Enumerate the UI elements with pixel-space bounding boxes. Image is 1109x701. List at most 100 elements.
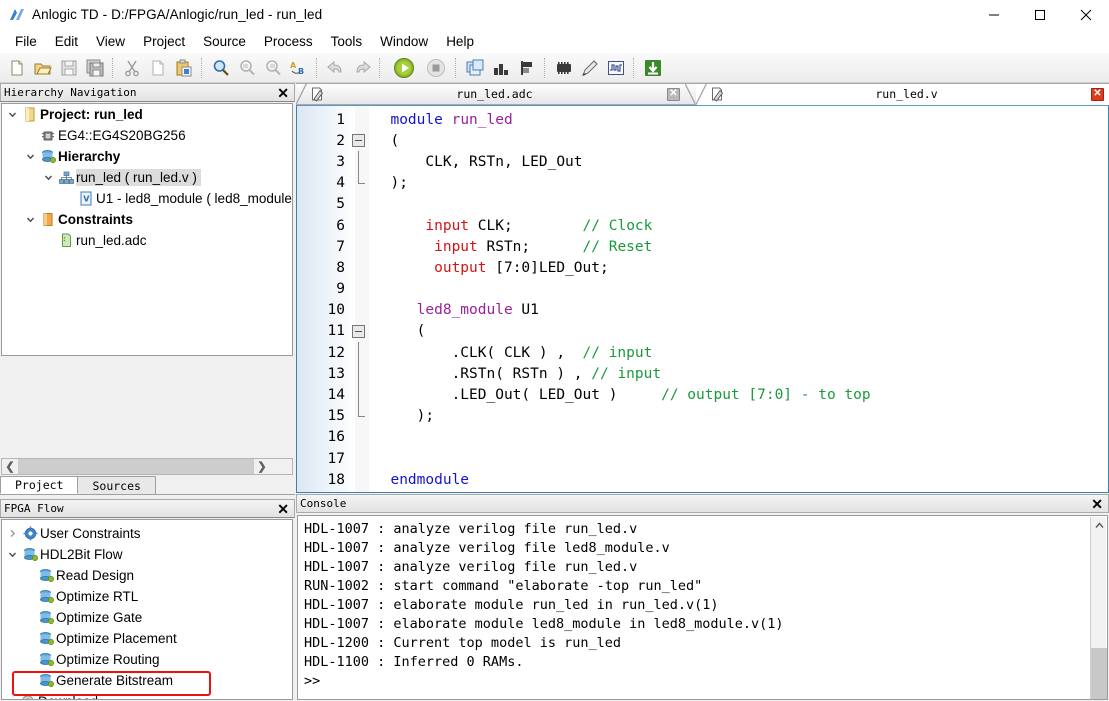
menu-tools[interactable]: Tools xyxy=(322,32,372,51)
flow-item-hdl2bit-flow[interactable]: HDL2Bit Flow xyxy=(2,544,292,565)
tree-item-project[interactable]: Project: run_led xyxy=(2,104,292,125)
download-icon[interactable] xyxy=(640,55,666,81)
code-content[interactable]: 1 module run_led 2 (3 CLK, RSTn, LED_Out 4… xyxy=(297,109,1108,490)
tree-item-label: EG4::EG4S20BG256 xyxy=(58,128,186,143)
open-folder-button[interactable] xyxy=(30,55,56,81)
fold-collapse-icon[interactable] xyxy=(349,130,369,151)
flow-item-user-constraints[interactable]: User Constraints xyxy=(2,523,292,544)
flow-item-optimize-routing[interactable]: Optimize Routing xyxy=(2,649,292,670)
fold-end-marker xyxy=(349,405,369,427)
bar-chart-icon[interactable] xyxy=(488,55,514,81)
menu-view[interactable]: View xyxy=(87,32,134,51)
chevron-down-icon[interactable] xyxy=(22,152,38,161)
scrollbar-thumb[interactable] xyxy=(18,459,254,474)
console-line: HDL-1100 : Inferred 0 RAMs. xyxy=(304,654,524,670)
chip-device-icon xyxy=(38,129,58,143)
flow-item-label: Optimize Gate xyxy=(56,610,143,625)
window-controls xyxy=(971,0,1109,29)
undo-icon[interactable] xyxy=(323,55,349,81)
flow-item-optimize-gate[interactable]: Optimize Gate xyxy=(2,607,292,628)
scroll-left-arrow-icon[interactable]: ❮ xyxy=(2,459,18,474)
menu-source[interactable]: Source xyxy=(194,32,255,51)
code-editor[interactable]: 1 module run_led 2 (3 CLK, RSTn, LED_Out 4… xyxy=(296,105,1109,493)
search-icon[interactable] xyxy=(208,55,234,81)
waveform-icon[interactable] xyxy=(603,55,629,81)
tree-item-hierarchy[interactable]: Hierarchy xyxy=(2,146,292,167)
line-number: 1 xyxy=(336,111,345,128)
tab-project[interactable]: Project xyxy=(0,476,79,494)
chevron-down-icon[interactable] xyxy=(22,215,38,224)
windows-cascade-icon[interactable] xyxy=(462,55,488,81)
redo-icon[interactable] xyxy=(349,55,375,81)
editor-tab-close-icon[interactable]: ✕ xyxy=(1091,87,1104,101)
hierarchy-horizontal-scrollbar[interactable]: ❮ ❯ xyxy=(1,458,293,475)
flag-icon[interactable] xyxy=(514,55,540,81)
toolbar-separator xyxy=(633,57,636,78)
replace-icon[interactable]: A B xyxy=(286,55,312,81)
tab-sources[interactable]: Sources xyxy=(77,476,156,494)
fpga-flow-panel-close-icon[interactable]: ✕ xyxy=(277,501,289,517)
chevron-down-icon[interactable] xyxy=(40,173,56,182)
save-button[interactable] xyxy=(56,55,82,81)
find-previous-icon[interactable] xyxy=(234,55,260,81)
chevron-down-icon[interactable] xyxy=(4,110,20,119)
menu-edit[interactable]: Edit xyxy=(46,32,87,51)
save-all-button[interactable] xyxy=(82,55,108,81)
fold-collapse-icon[interactable] xyxy=(349,321,369,342)
maximize-button[interactable] xyxy=(1017,0,1063,29)
run-button[interactable] xyxy=(391,55,417,81)
flow-item-read-design[interactable]: Read Design xyxy=(2,565,292,586)
line-number: 6 xyxy=(336,217,345,234)
copy-icon[interactable] xyxy=(145,55,171,81)
code-line: 18 endmodule xyxy=(297,469,1108,490)
paste-icon[interactable] xyxy=(171,55,197,81)
chevron-down-icon[interactable] xyxy=(4,550,20,559)
close-button[interactable] xyxy=(1063,0,1109,29)
console-close-icon[interactable]: ✕ xyxy=(1091,496,1103,512)
tree-item-constraints[interactable]: Constraints xyxy=(2,209,292,230)
anlogic-logo-icon xyxy=(8,7,26,23)
flow-item-optimize-placement[interactable]: Optimize Placement xyxy=(2,628,292,649)
pencil-icon[interactable] xyxy=(577,55,603,81)
editor-tab-run-led-adc[interactable]: run_led.adc ✕ xyxy=(296,83,696,105)
minimize-button[interactable] xyxy=(971,0,1017,29)
cut-icon[interactable] xyxy=(119,55,145,81)
flow-item-download[interactable]: Download xyxy=(2,691,292,699)
tree-item-device[interactable]: EG4::EG4S20BG256 xyxy=(2,125,292,146)
tree-item-run-led-adc[interactable]: run_led.adc xyxy=(2,230,292,251)
code-text: ( xyxy=(373,323,426,340)
flow-item-optimize-rtl[interactable]: Optimize RTL xyxy=(2,586,292,607)
menu-project[interactable]: Project xyxy=(134,32,194,51)
menu-process[interactable]: Process xyxy=(255,32,322,51)
chevron-right-icon[interactable] xyxy=(4,529,20,538)
hierarchy-tree[interactable]: Project: run_led EG4::EG4S20BG256 Hierar… xyxy=(1,103,293,356)
project-sources-tabs: Project Sources xyxy=(0,476,295,495)
hierarchy-panel-close-icon[interactable]: ✕ xyxy=(277,85,289,101)
menu-help[interactable]: Help xyxy=(437,32,483,51)
menu-window[interactable]: Window xyxy=(371,32,437,51)
editor-tab-strip: run_led.adc ✕ run_led.v ✕ xyxy=(296,83,1109,105)
editor-tab-close-icon[interactable]: ✕ xyxy=(667,87,680,101)
new-file-button[interactable] xyxy=(4,55,30,81)
editor-tab-run-led-v[interactable]: run_led.v ✕ xyxy=(696,83,1109,105)
flow-item-generate-bitstream[interactable]: Generate Bitstream xyxy=(2,670,292,691)
stop-button[interactable] xyxy=(423,55,449,81)
console-scrollbar[interactable] xyxy=(1090,517,1107,699)
code-line: 5 xyxy=(297,194,1108,215)
code-line: 15 ); xyxy=(297,405,1108,427)
console-line: RUN-1002 : start command "elaborate -top… xyxy=(304,578,703,594)
tree-item-u1-led8-module[interactable]: V U1 - led8_module ( led8_module xyxy=(2,188,292,209)
code-text: input CLK; // Clock xyxy=(425,217,653,234)
console-output[interactable]: HDL-1007 : analyze verilog file run_led.… xyxy=(297,515,1108,700)
fpga-flow-tree[interactable]: User Constraints HDL2Bit Flow Read Desig… xyxy=(1,519,293,700)
scroll-up-arrow-icon[interactable] xyxy=(1091,517,1107,533)
chip-icon[interactable] xyxy=(551,55,577,81)
scroll-right-arrow-icon[interactable]: ❯ xyxy=(254,459,270,474)
tree-item-run-led[interactable]: run_led ( run_led.v ) xyxy=(2,167,292,188)
scrollbar-thumb[interactable] xyxy=(1091,648,1107,699)
find-next-icon[interactable] xyxy=(260,55,286,81)
menu-file[interactable]: File xyxy=(6,32,46,51)
hierarchy-panel-header: Hierarchy Navigation ✕ xyxy=(0,83,295,102)
line-number: 8 xyxy=(336,259,345,276)
